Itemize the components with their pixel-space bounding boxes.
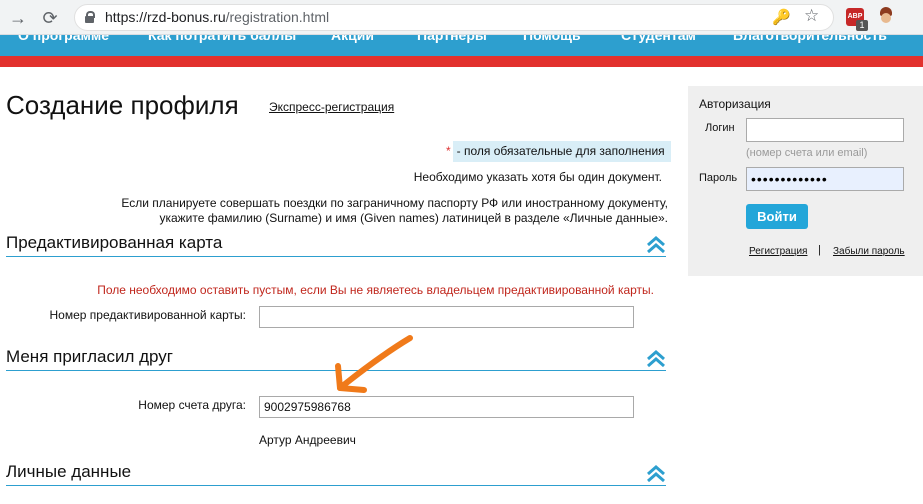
nav-item-partners[interactable]: Партнеры: [417, 35, 487, 43]
nav-item-charity[interactable]: Благотворительность: [733, 35, 887, 43]
lock-icon: [85, 11, 95, 23]
url-host: https://rzd-bonus.ru: [105, 9, 226, 25]
extension-avatar-icon[interactable]: [877, 7, 895, 25]
section-title-friend: Меня пригласил друг: [6, 347, 174, 366]
annotation-arrow-icon: [335, 335, 413, 393]
section-title-personal: Личные данные: [6, 462, 132, 481]
latin-names-note: Если планируете совершать поездки по заг…: [80, 196, 668, 226]
friend-name: Артур Андреевич: [259, 433, 356, 447]
url-text[interactable]: https://rzd-bonus.ru/registration.html: [105, 9, 329, 25]
prepaid-card-label: Номер предактивированной карты:: [49, 308, 246, 322]
key-icon[interactable]: 🔑: [772, 8, 791, 26]
register-link[interactable]: Регистрация: [749, 246, 807, 257]
auth-panel: Авторизация Логин (номер счета или email…: [688, 86, 923, 276]
back-arrow-icon[interactable]: →: [6, 6, 30, 30]
password-input[interactable]: [746, 167, 904, 191]
login-label: Логин: [705, 122, 735, 134]
nav-item-promotions[interactable]: Акции: [331, 35, 374, 43]
section-personal: Личные данные: [6, 462, 666, 486]
required-fields-note: * - поля обязательные для заполнения: [446, 141, 671, 163]
collapse-chevron-icon[interactable]: [646, 465, 666, 483]
auth-title: Авторизация: [699, 97, 771, 111]
extension-count-badge: 1: [856, 20, 868, 31]
collapse-chevron-icon[interactable]: [646, 350, 666, 368]
required-star: *: [446, 144, 451, 158]
forgot-password-link[interactable]: Забыли пароль: [833, 246, 905, 257]
nav-item-students[interactable]: Студентам: [621, 35, 696, 43]
login-button[interactable]: Войти: [746, 204, 808, 229]
latin-note-line-2: укажите фамилию (Surname) и имя (Given n…: [159, 211, 668, 225]
page-title: Создание профиля: [6, 90, 239, 120]
address-bar[interactable]: https://rzd-bonus.ru/registration.html: [74, 4, 834, 31]
auth-link-separator: |: [818, 244, 821, 256]
section-prepaid-card: Предактивированная карта: [6, 233, 666, 257]
section-title-prepaid: Предактивированная карта: [6, 233, 223, 252]
nav-item-about[interactable]: О программе: [18, 35, 109, 43]
bookmark-star-icon[interactable]: ☆: [804, 6, 819, 26]
prepaid-warning: Поле необходимо оставить пустым, если Вы…: [97, 283, 654, 297]
reload-icon[interactable]: ⟳: [38, 6, 62, 30]
browser-toolbar: → ⟳ https://rzd-bonus.ru/registration.ht…: [0, 0, 923, 35]
document-note: Необходимо указать хотя бы один документ…: [413, 170, 662, 184]
required-note-text: - поля обязательные для заполнения: [452, 141, 671, 162]
friend-account-label: Номер счета друга:: [138, 398, 246, 412]
friend-account-input[interactable]: [259, 396, 634, 418]
url-path: /registration.html: [225, 9, 330, 25]
nav-item-help[interactable]: Помощь: [523, 35, 581, 43]
nav-red-stripe: [0, 56, 923, 67]
latin-note-line-1: Если планируете совершать поездки по заг…: [121, 196, 668, 210]
login-hint: (номер счета или email): [746, 147, 868, 159]
login-input[interactable]: [746, 118, 904, 142]
prepaid-card-input[interactable]: [259, 306, 634, 328]
nav-item-spend-points[interactable]: Как потратить баллы: [148, 35, 296, 43]
express-registration-link[interactable]: Экспресс-регистрация: [269, 100, 394, 114]
collapse-chevron-icon[interactable]: [646, 236, 666, 254]
site-nav: О программе Как потратить баллы Акции Па…: [0, 35, 923, 56]
password-label: Пароль: [699, 172, 738, 184]
